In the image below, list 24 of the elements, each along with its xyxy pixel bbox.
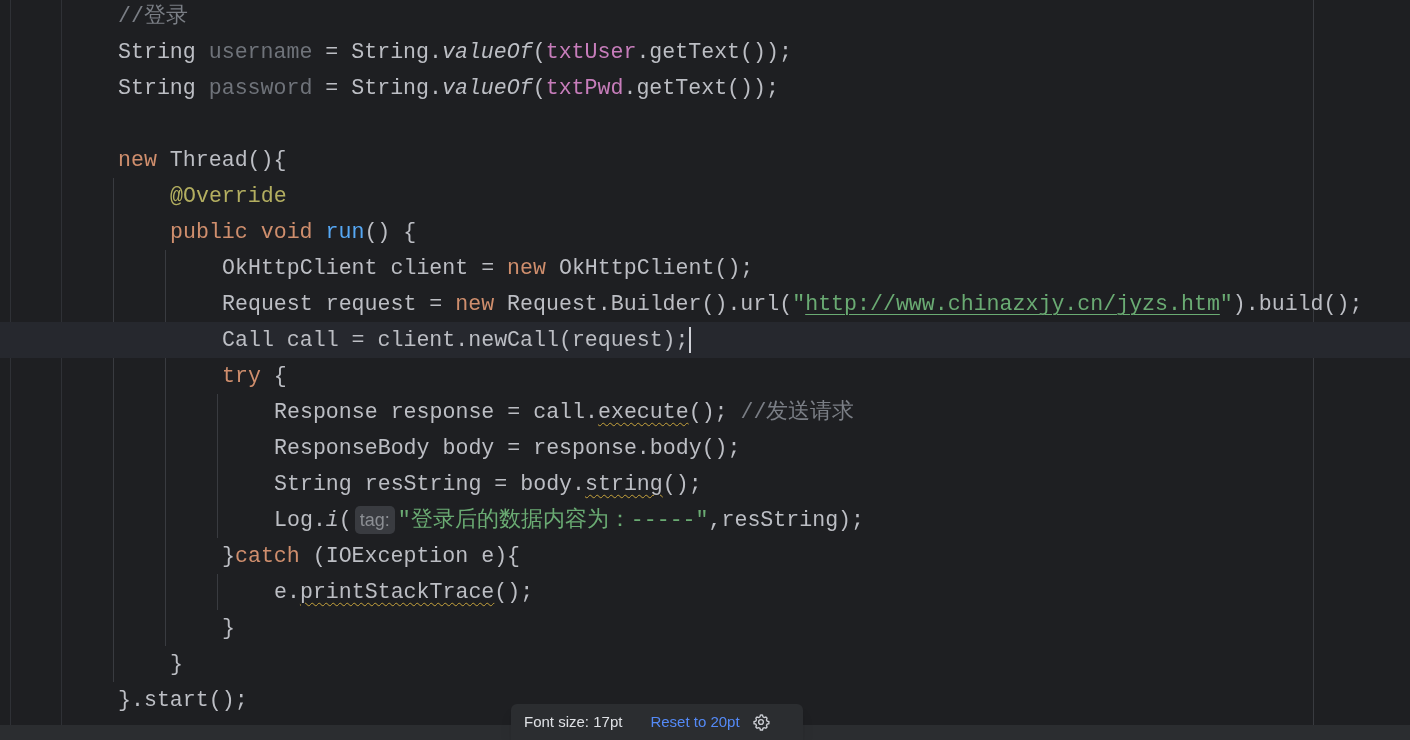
code-text: OkHttpClient client = new OkHttpClient(); xyxy=(222,254,754,282)
settings-icon[interactable] xyxy=(751,713,770,731)
code-text: public void run() { xyxy=(170,218,417,246)
code-text: //登录 xyxy=(118,2,188,30)
code-text: Log.i( xyxy=(274,506,352,534)
code-text: } xyxy=(170,650,183,678)
code-text: Response response = call.execute(); //发送请求 xyxy=(274,398,855,426)
code-text: new Thread(){ xyxy=(118,146,287,174)
reset-font-size-link[interactable]: Reset to 20pt xyxy=(650,710,740,734)
font-size-label: Font size: 17pt xyxy=(524,711,623,732)
code-text: Call call = client.newCall(request); xyxy=(222,326,689,354)
code-text: String username = String.valueOf(txtUser.getText()); xyxy=(118,38,792,66)
parameter-hint: tag: xyxy=(354,506,395,534)
code-text: String resString = body.string(); xyxy=(274,470,702,498)
code-text: } xyxy=(222,614,235,642)
code-text: }catch (IOException e){ xyxy=(222,542,521,570)
code-text: ResponseBody body = response.body(); xyxy=(274,434,741,462)
code-text: @Override xyxy=(170,182,287,210)
code-text: "登录后的数据内容为：-----",resString); xyxy=(397,506,865,534)
code-text: }.start(); xyxy=(118,686,248,714)
code-text: String password = String.valueOf(txtPwd.getText()); xyxy=(118,74,779,102)
code-text: e.printStackTrace(); xyxy=(274,578,534,606)
code-text: try { xyxy=(222,362,287,390)
code-text: Request request = new Request.Builder().url("http://www.chinazxjy.cn/jyzs.htm").build(); xyxy=(222,290,1363,318)
